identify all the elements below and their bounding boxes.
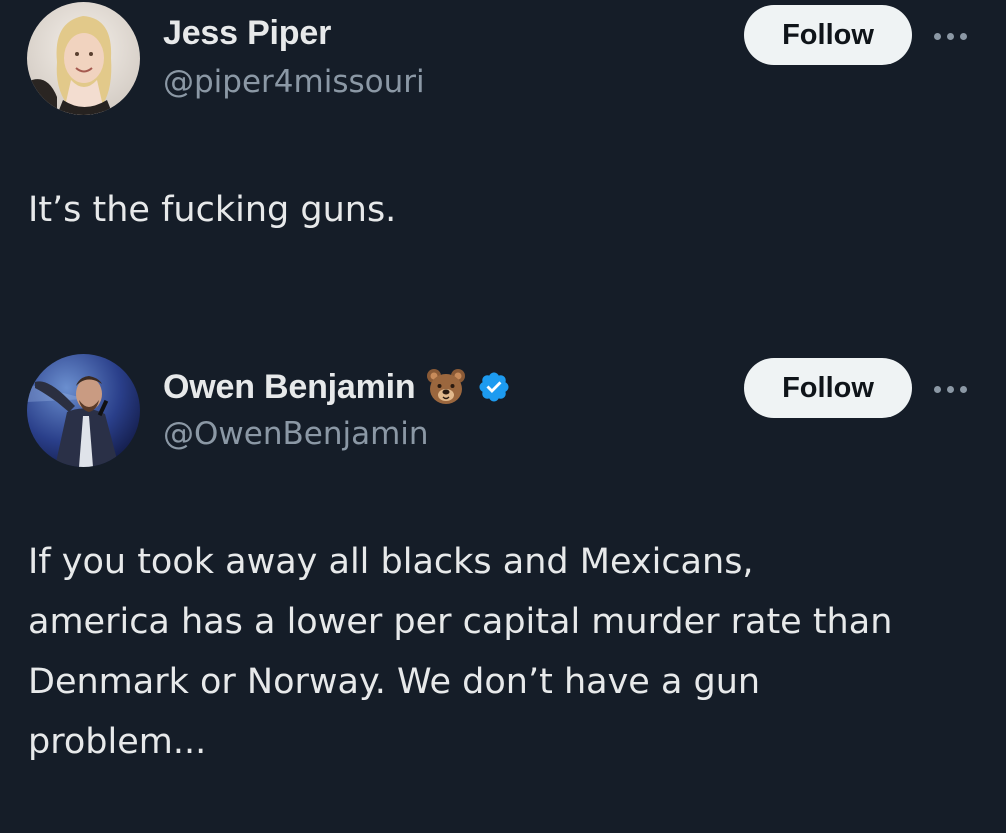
verified-badge-icon[interactable] [477,370,511,404]
bear-face-icon [427,369,466,404]
author-name-row: Jess Piper [163,14,331,53]
user-handle[interactable]: @piper4missouri [163,64,425,100]
tweet-text: If you took away all blacks and Mexicans… [28,542,893,762]
tweet-text: It’s the fucking guns. [28,190,397,230]
more-options-icon[interactable] [934,29,974,43]
tweet-card: Jess Piper @piper4missouri Follow It’s t… [0,0,1006,340]
user-handle[interactable]: @OwenBenjamin [163,416,429,452]
avatar[interactable] [27,354,140,467]
follow-button[interactable]: Follow [744,5,912,65]
display-name[interactable]: Owen Benjamin [163,368,416,407]
follow-button[interactable]: Follow [744,358,912,418]
display-name[interactable]: Jess Piper [163,14,331,53]
more-options-icon[interactable] [934,382,974,396]
tweet-card: Owen Benjamin @OwenBenjamin Follow If yo… [0,340,1006,833]
author-name-row: Owen Benjamin [163,366,511,408]
avatar[interactable] [27,2,140,115]
